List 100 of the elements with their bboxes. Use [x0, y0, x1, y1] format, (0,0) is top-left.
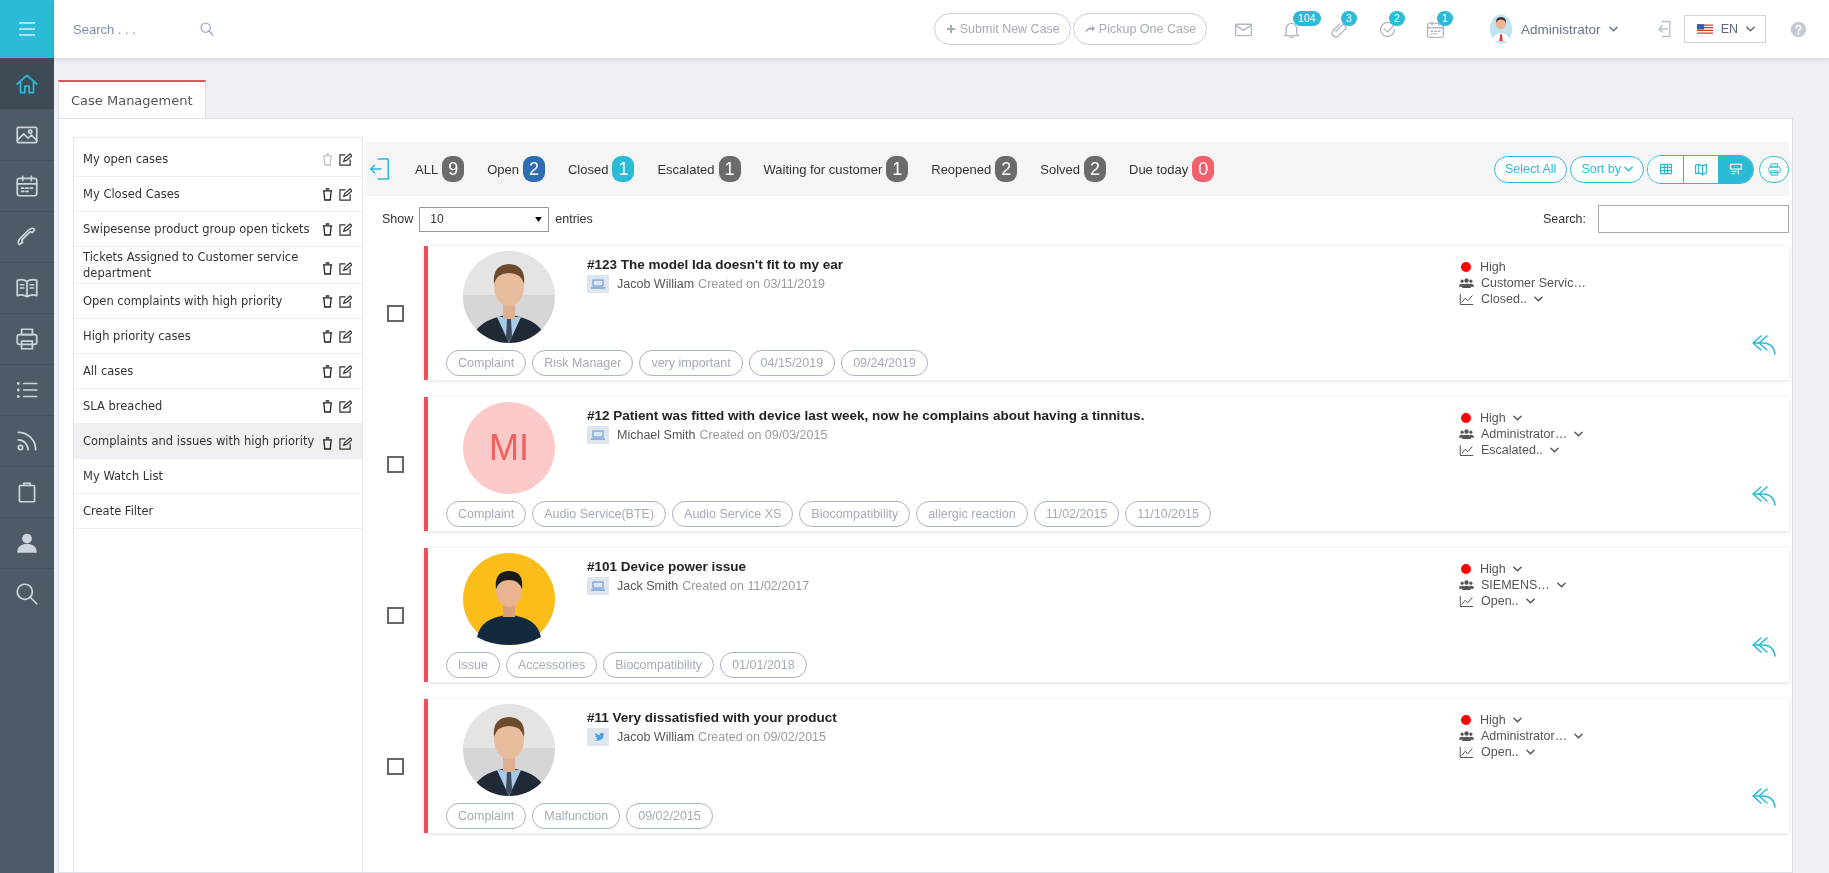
trash-icon[interactable]	[322, 399, 333, 413]
search-icon	[14, 581, 40, 607]
trash-icon[interactable]	[322, 329, 333, 343]
filter-item[interactable]: Open complaints with high priority	[74, 284, 362, 319]
created-date: Created on 09/02/2015	[698, 730, 826, 744]
checkbox[interactable]	[386, 304, 404, 322]
edit-icon[interactable]	[339, 294, 352, 308]
trash-icon[interactable]	[322, 262, 333, 275]
printer-icon	[14, 326, 40, 352]
show-label: Show	[382, 212, 414, 226]
group-label[interactable]: SIEMENS…	[1481, 578, 1550, 592]
count-badge: 1	[886, 156, 909, 182]
count-badge: 1	[1437, 11, 1453, 26]
filter-item[interactable]: All cases	[74, 354, 362, 389]
edit-icon[interactable]	[339, 364, 352, 378]
status-tab[interactable]: Waiting for customer 1	[763, 156, 909, 182]
filter-label: Tickets Assigned to Customer service department	[83, 249, 300, 282]
line-chart-icon	[1459, 594, 1474, 608]
trash-icon[interactable]	[322, 437, 333, 450]
status-tab[interactable]: Open 2	[487, 156, 545, 182]
view-toggle[interactable]	[1648, 155, 1683, 183]
status-tab[interactable]: Escalated 1	[657, 156, 741, 182]
edit-icon[interactable]	[339, 152, 352, 166]
filter-label: Create Filter	[83, 503, 155, 520]
board-icon	[1729, 162, 1743, 176]
status-tab[interactable]: Reopened 2	[931, 156, 1018, 182]
author-name: Jacob William	[617, 730, 695, 744]
flag-icon	[1696, 23, 1713, 35]
priority-label[interactable]: High	[1480, 411, 1506, 425]
filter-label: Complaints and issues with high priority	[83, 433, 316, 450]
line-chart-icon	[1459, 745, 1474, 759]
case-title[interactable]: #12 Patient was fitted with device last week, now he complains about having a tinnitus.	[587, 408, 1145, 423]
edit-icon[interactable]	[339, 329, 352, 343]
status-label[interactable]: Escalated..	[1481, 443, 1543, 457]
filter-label: My Watch List	[83, 468, 164, 485]
filter-label: All cases	[83, 363, 135, 380]
filter-label: Open complaints with high priority	[83, 293, 284, 310]
status-label[interactable]: Open..	[1481, 745, 1519, 759]
users-icon	[1459, 428, 1474, 440]
group-label[interactable]: Administrator…	[1481, 427, 1568, 441]
count-badge: 3	[1341, 11, 1357, 26]
laptop-icon	[587, 577, 609, 595]
filter-label: High priority cases	[83, 328, 192, 345]
users-icon	[1459, 579, 1474, 591]
filter-item[interactable]: Swipesense product group open tickets	[74, 212, 362, 247]
filter-item[interactable]: My Closed Cases	[74, 177, 362, 212]
status-label[interactable]: Closed..	[1481, 292, 1527, 306]
checkbox[interactable]	[386, 606, 404, 624]
view-toggle[interactable]	[1683, 155, 1718, 183]
filter-item[interactable]: High priority cases	[74, 319, 362, 354]
avatar-icon	[1489, 13, 1514, 45]
trash-icon[interactable]	[322, 364, 333, 378]
language-dropdown[interactable]: EN	[1683, 15, 1766, 43]
avatar-initials: MI	[463, 402, 555, 494]
checkbox[interactable]	[386, 455, 404, 473]
priority-label[interactable]: High	[1480, 562, 1506, 576]
rail-item[interactable]	[0, 58, 54, 109]
edit-icon[interactable]	[339, 399, 352, 413]
created-date: Created on 03/11/2019	[698, 277, 826, 291]
created-date: Created on 11/02/2017	[682, 579, 810, 593]
status-tab[interactable]: Closed 1	[567, 156, 635, 182]
tab[interactable]: Case Management	[58, 80, 206, 118]
checkbox[interactable]	[386, 757, 404, 775]
page-size-select[interactable]: 10	[419, 206, 550, 232]
panel-toggle-icon[interactable]	[369, 157, 391, 181]
priority-label[interactable]: High	[1480, 713, 1506, 727]
filter-item[interactable]: Complaints and issues with high priority	[74, 424, 362, 459]
edit-icon[interactable]	[339, 187, 352, 201]
filter-item[interactable]: Create Filter	[74, 494, 362, 529]
status-tab[interactable]: Due today 0	[1129, 156, 1215, 182]
laptop-icon	[587, 426, 609, 444]
view-toggle[interactable]	[1718, 155, 1753, 183]
filter-label: My Closed Cases	[83, 186, 181, 203]
printer-icon	[1766, 161, 1782, 177]
priority-label: High	[1480, 260, 1506, 274]
edit-icon[interactable]	[339, 437, 352, 450]
trash-icon[interactable]	[322, 187, 333, 201]
count-badge: 9	[442, 156, 465, 182]
search-field[interactable]	[1598, 205, 1789, 233]
entries-label: entries	[555, 212, 593, 226]
users-icon	[1459, 730, 1474, 742]
edit-icon[interactable]	[339, 222, 352, 236]
filter-item[interactable]: Tickets Assigned to Customer service department	[74, 247, 362, 284]
filter-label: Swipesense product group open tickets	[83, 221, 311, 238]
user-name[interactable]: Administrator	[1521, 21, 1601, 37]
calendar-icon	[14, 173, 40, 199]
status-tab[interactable]: Solved 2	[1040, 156, 1106, 182]
status-tab[interactable]: ALL 9	[415, 156, 465, 182]
case-title[interactable]: #123 The model Ida doesn't fit to my ear	[587, 257, 844, 272]
case-title[interactable]: #101 Device power issue	[587, 559, 810, 574]
trash-icon[interactable]	[322, 294, 333, 308]
case-title[interactable]: #11 Very dissatisfied with your product	[587, 710, 837, 725]
filter-item[interactable]: My Watch List	[74, 459, 362, 494]
author-name: Jacob William	[617, 277, 695, 291]
edit-icon[interactable]	[339, 262, 352, 275]
group-label[interactable]: Administrator…	[1481, 729, 1568, 743]
laptop-icon	[587, 275, 609, 293]
status-label[interactable]: Open..	[1481, 594, 1519, 608]
filter-item[interactable]: My open cases	[74, 142, 362, 177]
trash-icon[interactable]	[322, 222, 333, 236]
